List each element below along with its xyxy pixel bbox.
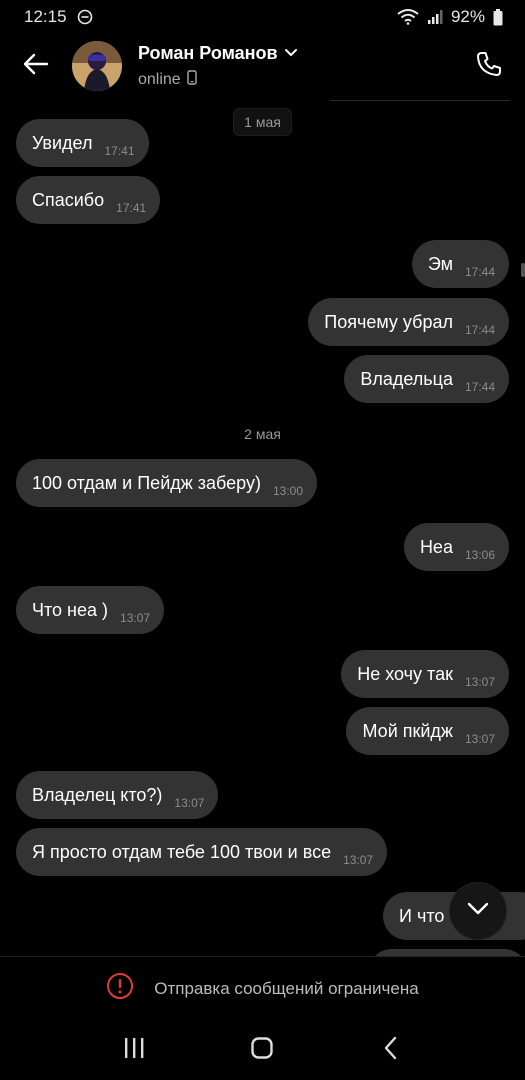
home-icon — [250, 1036, 274, 1065]
message-bubble-outgoing[interactable]: Эм 17:44 — [411, 240, 509, 288]
contact-status-row: online — [138, 70, 197, 90]
wifi-icon — [397, 9, 419, 25]
date-label: 1 мая — [233, 108, 292, 136]
message-bubble-incoming[interactable]: Владелец кто?) 13:07 — [16, 771, 219, 819]
message-time: 13:07 — [464, 732, 495, 746]
message-bubble-incoming[interactable]: 100 отдам и Пейдж заберу) 13:00 — [16, 459, 318, 507]
call-button[interactable] — [471, 48, 507, 84]
message-time: 17:44 — [464, 265, 495, 279]
scrollbar[interactable] — [521, 263, 525, 277]
message-bubble-incoming[interactable]: Что неа ) 13:07 — [16, 586, 165, 634]
message-time: 17:44 — [464, 323, 495, 337]
message-bubble-incoming[interactable]: Увидел 17:41 — [16, 119, 149, 167]
message-time: 17:41 — [116, 201, 147, 215]
message-time: 13:07 — [343, 853, 374, 867]
contact-name-row[interactable]: Роман Романов — [138, 43, 298, 64]
date-label: 2 мая — [244, 426, 281, 442]
signal-icon — [427, 9, 443, 25]
message-text: Я просто отдам тебе 100 твои и все — [32, 841, 332, 862]
chevron-down-icon — [467, 902, 489, 921]
message-time: 13:07 — [464, 675, 495, 689]
messaging-restricted-bar: Отправка сообщений ограничена — [0, 956, 525, 1020]
message-text: Мой пкйдж — [362, 720, 453, 741]
system-nav-bar — [0, 1020, 525, 1080]
message-bubble-outgoing[interactable]: Поячему убрал 17:44 — [308, 298, 509, 346]
restriction-text: Отправка сообщений ограничена — [154, 978, 419, 998]
chat-header: Роман Романов online — [0, 34, 525, 100]
message-bubble-outgoing[interactable]: Неа 13:06 — [403, 523, 509, 571]
message-bubble-incoming[interactable]: Я просто отдам тебе 100 твои и все 13:07 — [16, 828, 388, 876]
chat-messages[interactable]: 1 мая Увидел 17:41 Спасибо 17:41 Эм 17:4… — [0, 100, 525, 956]
contact-name: Роман Романов — [138, 43, 278, 63]
message-text: Увидел — [32, 132, 93, 153]
status-bar: 12:15 92% — [0, 0, 525, 34]
message-text: Спасибо — [32, 189, 105, 210]
recent-apps-icon — [122, 1037, 146, 1064]
mobile-device-icon — [187, 70, 197, 90]
message-time: 17:44 — [464, 380, 495, 394]
date-separator: 2 мая — [0, 426, 525, 442]
message-text: И что — [399, 905, 445, 926]
do-not-disturb-icon — [77, 9, 93, 25]
message-bubble-outgoing[interactable] — [368, 949, 525, 956]
back-nav-button[interactable] — [371, 1030, 411, 1070]
avatar[interactable] — [72, 41, 122, 91]
contact-status: online — [138, 71, 181, 88]
chevron-down-icon — [284, 45, 298, 63]
scroll-down-button[interactable] — [450, 883, 506, 939]
message-bubble-incoming[interactable]: Спасибо 17:41 — [16, 176, 161, 224]
message-time: 13:06 — [464, 548, 495, 562]
message-bubble-outgoing[interactable]: Не хочу так 13:07 — [341, 650, 509, 698]
message-bubble-outgoing[interactable]: Владельца 17:44 — [344, 355, 509, 403]
back-button[interactable] — [18, 48, 54, 84]
message-time: 13:00 — [272, 484, 304, 498]
chevron-left-icon — [383, 1036, 399, 1065]
message-time: 17:41 — [104, 144, 135, 158]
alert-circle-icon — [106, 972, 134, 1005]
message-text: Эм — [427, 253, 453, 274]
message-text: Неа — [419, 536, 453, 557]
battery-percent: 92% — [450, 7, 485, 26]
arrow-left-icon — [23, 53, 49, 80]
home-button[interactable] — [242, 1030, 282, 1070]
message-time: 13:07 — [174, 796, 205, 810]
message-text: Владелец кто?) — [32, 784, 163, 805]
status-time: 12:15 — [24, 7, 67, 26]
phone-icon — [475, 50, 503, 83]
message-bubble-outgoing[interactable]: Мой пкйдж 13:07 — [346, 707, 509, 755]
battery-icon — [493, 8, 503, 26]
message-text: Не хочу так — [357, 663, 453, 684]
message-text: Поячему убрал — [324, 311, 453, 332]
message-text: Что неа ) — [32, 599, 109, 620]
message-text: Владельца — [360, 368, 453, 389]
message-text: 100 отдам и Пейдж заберу) — [32, 472, 261, 493]
message-time: 13:07 — [120, 611, 151, 625]
recent-apps-button[interactable] — [114, 1030, 154, 1070]
